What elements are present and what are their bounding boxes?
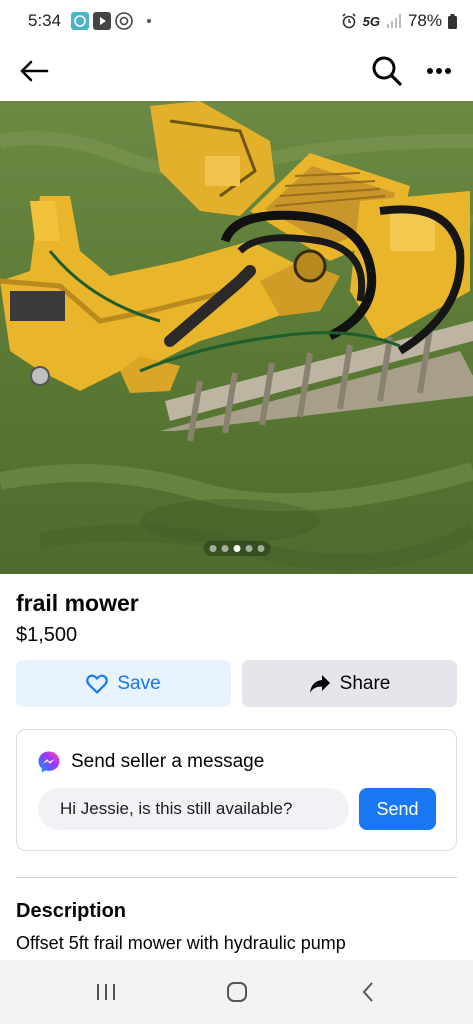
search-icon bbox=[372, 56, 402, 86]
system-nav-bar bbox=[0, 960, 473, 1024]
battery-percent: 78% bbox=[407, 11, 442, 30]
signal-icon bbox=[386, 14, 402, 28]
message-seller-card: Send seller a message Hi Jessie, is this… bbox=[16, 729, 457, 851]
messenger-icon bbox=[38, 751, 60, 773]
carousel-dot bbox=[257, 545, 264, 552]
recents-icon bbox=[96, 984, 115, 1000]
carousel-dot bbox=[209, 545, 216, 552]
listing-price: $1,500 bbox=[16, 624, 78, 646]
facebook-notification-icon bbox=[71, 12, 90, 30]
section-divider bbox=[16, 877, 457, 878]
network-type: 5G bbox=[362, 13, 380, 29]
chevron-left-icon bbox=[362, 982, 373, 1002]
youtube-notification-icon bbox=[93, 12, 112, 30]
threads-notification-icon bbox=[115, 12, 133, 30]
send-button[interactable]: Send bbox=[359, 788, 436, 830]
recents-button[interactable] bbox=[81, 967, 131, 1017]
status-bar: 5:34 5G 78% bbox=[0, 0, 473, 42]
app-bar bbox=[0, 42, 473, 100]
alarm-icon bbox=[341, 13, 357, 29]
arrow-left-icon bbox=[20, 60, 49, 82]
battery-icon bbox=[448, 13, 457, 29]
home-icon bbox=[226, 982, 247, 1002]
mower-photo-illustration bbox=[0, 101, 473, 574]
search-button[interactable] bbox=[367, 51, 407, 91]
system-back-button[interactable] bbox=[343, 967, 393, 1017]
carousel-dot bbox=[245, 545, 252, 552]
share-arrow-icon bbox=[309, 674, 330, 693]
carousel-dot bbox=[221, 545, 228, 552]
listing-photo[interactable] bbox=[0, 101, 473, 574]
home-button[interactable] bbox=[212, 967, 262, 1017]
message-heading: Send seller a message bbox=[71, 751, 265, 772]
description-heading: Description bbox=[16, 900, 127, 922]
message-input[interactable]: Hi Jessie, is this still available? bbox=[38, 788, 349, 830]
more-notifications-dot bbox=[147, 19, 152, 23]
status-time: 5:34 bbox=[28, 11, 62, 30]
share-button[interactable]: Share bbox=[242, 660, 457, 707]
share-label: Share bbox=[339, 672, 391, 694]
save-button[interactable]: Save bbox=[16, 660, 231, 707]
more-horizontal-icon bbox=[427, 68, 451, 74]
carousel-dot-active bbox=[233, 545, 240, 552]
listing-title: frail mower bbox=[16, 590, 139, 616]
description-text: Offset 5ft frail mower with hydraulic pu… bbox=[16, 933, 346, 953]
more-options-button[interactable] bbox=[419, 51, 459, 91]
photo-carousel-indicator bbox=[203, 541, 270, 556]
save-label: Save bbox=[117, 672, 161, 694]
back-button[interactable] bbox=[14, 51, 54, 91]
heart-outline-icon bbox=[86, 674, 109, 694]
message-heading-row: Send seller a message bbox=[37, 750, 264, 774]
